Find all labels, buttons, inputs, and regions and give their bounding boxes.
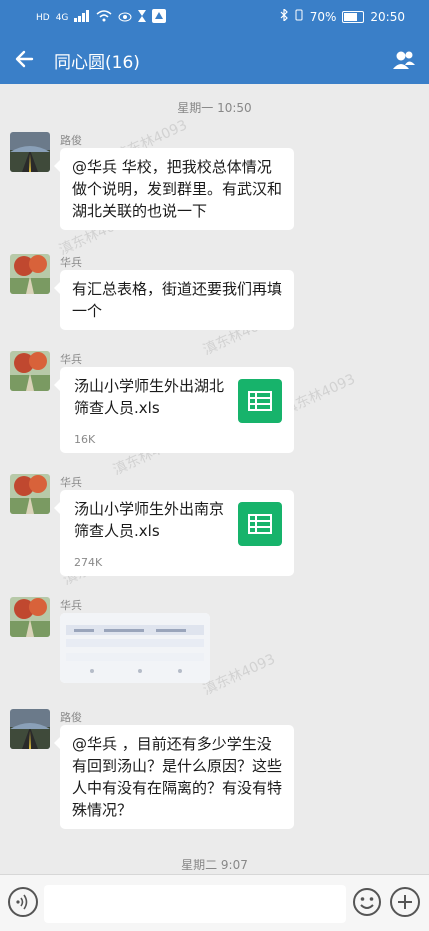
image-message[interactable] (60, 613, 210, 683)
plus-icon (398, 895, 412, 909)
message-bubble[interactable]: 有汇总表格，街道还要我们再填一个 (54, 270, 294, 330)
avatar[interactable] (10, 351, 50, 391)
spreadsheet-icon (238, 379, 282, 423)
sender-name: 路俊 (60, 134, 82, 147)
file-name: 汤山小学师生外出南京筛查人员.xls (74, 500, 225, 540)
status-left: HD 4G (36, 9, 167, 26)
sender-name: 华兵 (60, 353, 82, 366)
hd-badge: HD (36, 12, 50, 23)
sender-name: 路俊 (60, 711, 82, 724)
sender-name: 华兵 (60, 476, 82, 489)
blurred-image (60, 613, 210, 683)
message-text: @华兵 华校，把我校总体情况做个说明，发到群里。有武汉和湖北关联的也说一下 (72, 158, 283, 220)
people-icon (393, 51, 415, 69)
chat-header: 同心圆(16) (0, 34, 429, 84)
network-badge: 4G (55, 12, 69, 23)
message-input[interactable] (44, 885, 346, 923)
clock: 20:50 (370, 9, 405, 24)
message-bubble[interactable]: @华兵 华校，把我校总体情况做个说明，发到群里。有武汉和湖北关联的也说一下 (54, 148, 294, 230)
wifi-icon (96, 10, 112, 25)
timestamp: 星期一 10:50 (177, 101, 252, 115)
sender-name: 华兵 (60, 599, 82, 612)
avatar[interactable] (10, 709, 50, 749)
avatar[interactable] (10, 132, 50, 172)
arrow-left-icon (15, 50, 34, 68)
file-message-bubble[interactable]: 汤山小学师生外出湖北筛查人员.xls 16K (54, 367, 294, 453)
battery-icon (342, 10, 365, 23)
message-text: @华兵 ，目前还有多少学生没有回到汤山？是什么原因？这些人中有没有在隔离的？有没… (72, 735, 283, 819)
chat-area[interactable]: 滇东林4093 滇东林4093 滇东林4093 滇东林4093 滇东林4093 … (0, 84, 429, 874)
eye-icon (118, 11, 132, 25)
sender-name: 华兵 (60, 256, 82, 269)
smiley-icon (353, 888, 381, 916)
avatar[interactable] (10, 597, 50, 637)
message-bubble[interactable]: @华兵 ，目前还有多少学生没有回到汤山？是什么原因？这些人中有没有在隔离的？有没… (54, 725, 294, 829)
timestamp: 星期二 9:07 (181, 858, 248, 872)
file-name: 汤山小学师生外出湖北筛查人员.xls (74, 377, 225, 417)
voice-button[interactable] (8, 887, 38, 917)
spreadsheet-icon (238, 502, 282, 546)
file-size: 274K (74, 556, 103, 569)
chat-title: 同心圆(16) (54, 53, 140, 73)
avatar[interactable] (10, 474, 50, 514)
app-notification-icon (152, 9, 167, 26)
back-button[interactable] (12, 46, 38, 72)
vibrate-icon (294, 9, 304, 24)
avatar[interactable] (10, 254, 50, 294)
file-size: 16K (74, 433, 96, 446)
input-bar (0, 874, 429, 931)
signal-icon (74, 10, 90, 25)
status-right: 70% 20:50 (280, 7, 405, 24)
bluetooth-icon (280, 7, 288, 24)
message-text: 有汇总表格，街道还要我们再填一个 (72, 280, 283, 320)
status-bar: HD 4G 70% 20:50 (0, 0, 429, 34)
more-button[interactable] (390, 887, 420, 917)
emoji-button[interactable] (352, 887, 382, 917)
voice-icon (16, 894, 28, 910)
battery-percentage: 70% (309, 9, 337, 24)
hourglass-icon (138, 10, 147, 25)
group-info-button[interactable] (391, 47, 417, 73)
file-message-bubble[interactable]: 汤山小学师生外出南京筛查人员.xls 274K (54, 490, 294, 576)
watermark: 滇东林4093 (200, 651, 278, 699)
